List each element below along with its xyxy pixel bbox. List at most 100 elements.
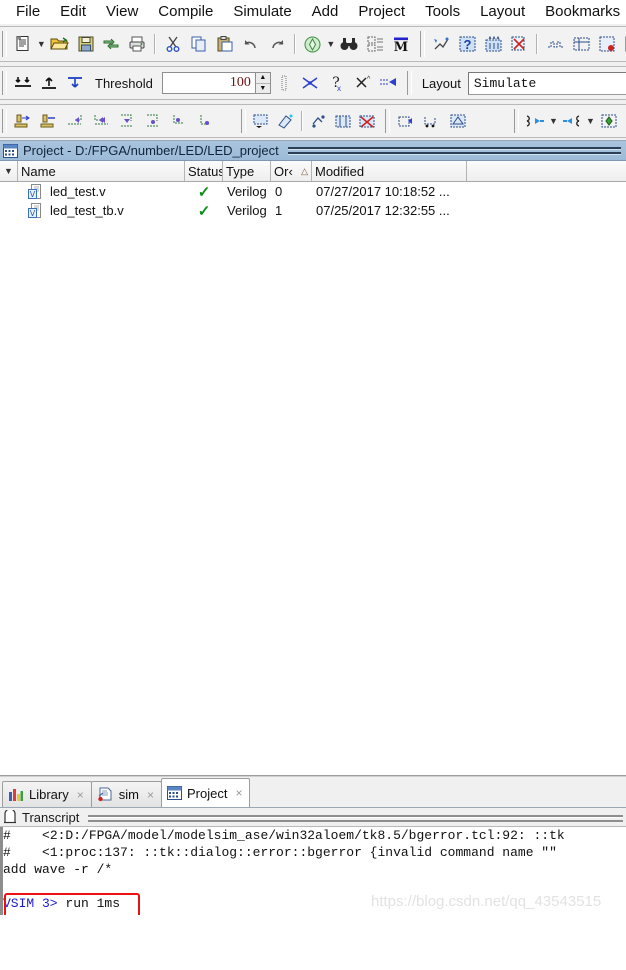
transcript-title-grip[interactable] xyxy=(88,813,623,822)
delete-report-icon[interactable] xyxy=(620,31,626,57)
trace-x-icon[interactable]: ^ xyxy=(349,70,375,96)
list-window-icon[interactable] xyxy=(568,31,594,57)
tab-project-close-icon[interactable]: × xyxy=(235,786,242,800)
tab-project[interactable]: Project × xyxy=(161,778,251,807)
save-icon[interactable] xyxy=(73,31,99,57)
dataflow-icon[interactable] xyxy=(480,31,506,57)
tab-library-close-icon[interactable]: × xyxy=(77,788,84,802)
svg-text:M: M xyxy=(394,40,408,53)
column-layout-icon[interactable] xyxy=(362,31,388,57)
expand-net-right-icon[interactable] xyxy=(140,108,166,134)
threshold-spin-buttons[interactable]: ▲ ▼ xyxy=(254,73,270,94)
cut-icon[interactable] xyxy=(160,31,186,57)
expand-up-icon[interactable] xyxy=(36,70,62,96)
step-out-icon[interactable] xyxy=(36,108,62,134)
unknown-signal-icon[interactable]: ? x xyxy=(323,70,349,96)
new-document-icon[interactable] xyxy=(10,31,36,57)
step-in-icon[interactable] xyxy=(10,108,36,134)
wave-compare-icon[interactable]: ? xyxy=(454,31,480,57)
print-icon[interactable] xyxy=(124,31,150,57)
expand-down-icon[interactable] xyxy=(62,70,88,96)
collapse-all-icon[interactable] xyxy=(10,70,36,96)
threshold-down-icon[interactable]: ▼ xyxy=(256,84,270,94)
column-header-type[interactable]: Type xyxy=(223,161,271,181)
project-file-list[interactable]: V led_test.v ✓ Verilog 0 07/27/2017 10:1… xyxy=(0,182,626,776)
toolbar-row-3: ▼ ▼ xyxy=(0,102,626,140)
new-document-dropdown-icon[interactable]: ▼ xyxy=(36,31,47,57)
menu-item-file[interactable]: File xyxy=(6,0,50,24)
tab-sim[interactable]: sim × xyxy=(90,781,162,807)
break-icon[interactable] xyxy=(355,108,379,134)
run-all-icon[interactable] xyxy=(445,108,471,134)
dataflow-expand-icon[interactable] xyxy=(297,70,323,96)
transcript-title-bar[interactable]: Transcript xyxy=(0,808,626,827)
restart-icon[interactable] xyxy=(307,108,331,134)
open-folder-icon[interactable] xyxy=(47,31,73,57)
column-filter-button[interactable]: ▼ xyxy=(0,161,18,181)
zoom-next-dropdown-icon[interactable]: ▼ xyxy=(585,108,596,134)
verilog-file-icon: V xyxy=(28,202,44,219)
transcript-title-text: Transcript xyxy=(22,809,80,825)
find-icon[interactable] xyxy=(336,31,362,57)
file-type: Verilog xyxy=(227,184,267,199)
column-header-order[interactable]: Or‹ △ xyxy=(271,161,312,181)
transcript-output[interactable]: # <2:D:/FPGA/model/modelsim_ase/win32alo… xyxy=(0,827,626,915)
menu-item-layout[interactable]: Layout xyxy=(470,0,535,24)
trace-event-icon[interactable] xyxy=(192,108,218,134)
coverage-report-icon[interactable] xyxy=(506,31,532,57)
toolbar-separator-3 xyxy=(536,34,538,54)
zoom-fit-icon[interactable] xyxy=(596,108,622,134)
project-window-icon xyxy=(3,143,18,158)
column-header-modified[interactable]: Modified xyxy=(312,161,467,181)
threshold-spinner[interactable]: ▲ ▼ xyxy=(161,72,271,94)
wave-add-icon[interactable] xyxy=(249,108,273,134)
column-header-status[interactable]: Status xyxy=(185,161,223,181)
menu-item-project[interactable]: Project xyxy=(348,0,415,24)
watermark-text: https://blog.csdn.net/qq_43543515 xyxy=(371,893,602,910)
expand-net-down-icon[interactable] xyxy=(114,108,140,134)
step-into-icon[interactable] xyxy=(375,70,401,96)
table-row[interactable]: V led_test_tb.v ✓ Verilog 1 07/25/2017 1… xyxy=(0,201,626,220)
menu-item-edit[interactable]: Edit xyxy=(50,0,96,24)
tab-library[interactable]: Library × xyxy=(2,781,92,807)
paste-icon[interactable] xyxy=(212,31,238,57)
menu-item-simulate[interactable]: Simulate xyxy=(223,0,301,24)
project-title-grip[interactable] xyxy=(287,145,621,156)
tab-sim-close-icon[interactable]: × xyxy=(147,788,154,802)
run-icon[interactable] xyxy=(393,108,419,134)
menu-item-bookmarks[interactable]: Bookmarks xyxy=(535,0,626,24)
compile-icon[interactable] xyxy=(300,31,326,57)
menu-item-tools[interactable]: Tools xyxy=(415,0,470,24)
layout-combobox[interactable]: Simulate xyxy=(467,71,626,95)
redo-icon[interactable] xyxy=(264,31,290,57)
wave-erase-icon[interactable] xyxy=(273,108,297,134)
dataflow-window-icon[interactable] xyxy=(331,108,355,134)
zoom-next-icon[interactable] xyxy=(559,108,585,134)
menu-item-view[interactable]: View xyxy=(96,0,148,24)
coverage-icon[interactable] xyxy=(594,31,620,57)
column-header-name[interactable]: Name xyxy=(18,161,185,181)
reload-icon[interactable] xyxy=(99,31,125,57)
simulate-icon[interactable] xyxy=(428,31,454,57)
compile-dropdown-icon[interactable]: ▼ xyxy=(325,31,336,57)
zoom-prev-dropdown-icon[interactable]: ▼ xyxy=(548,108,559,134)
threshold-input[interactable] xyxy=(162,74,255,92)
sim-icon xyxy=(97,787,114,802)
threshold-up-icon[interactable]: ▲ xyxy=(255,73,270,84)
table-row[interactable]: V led_test.v ✓ Verilog 0 07/27/2017 10:1… xyxy=(0,182,626,201)
project-title-bar[interactable]: Project - D:/FPGA/number/LED/LED_project xyxy=(0,141,626,161)
jump-prev-icon[interactable] xyxy=(62,108,88,134)
undo-icon[interactable] xyxy=(238,31,264,57)
project-dot-grip[interactable] xyxy=(561,146,595,155)
menu-item-add[interactable]: Add xyxy=(302,0,349,24)
zoom-prev-icon[interactable] xyxy=(522,108,548,134)
column-filter-icon[interactable] xyxy=(271,70,297,96)
wave-window-icon[interactable] xyxy=(542,31,568,57)
run-continue-icon[interactable] xyxy=(419,108,445,134)
menu-item-compile[interactable]: Compile xyxy=(148,0,223,24)
toolbar-step-group xyxy=(0,104,239,138)
memory-icon[interactable]: M xyxy=(388,31,414,57)
copy-icon[interactable] xyxy=(186,31,212,57)
trace-signal-icon[interactable] xyxy=(166,108,192,134)
jump-next-icon[interactable] xyxy=(88,108,114,134)
